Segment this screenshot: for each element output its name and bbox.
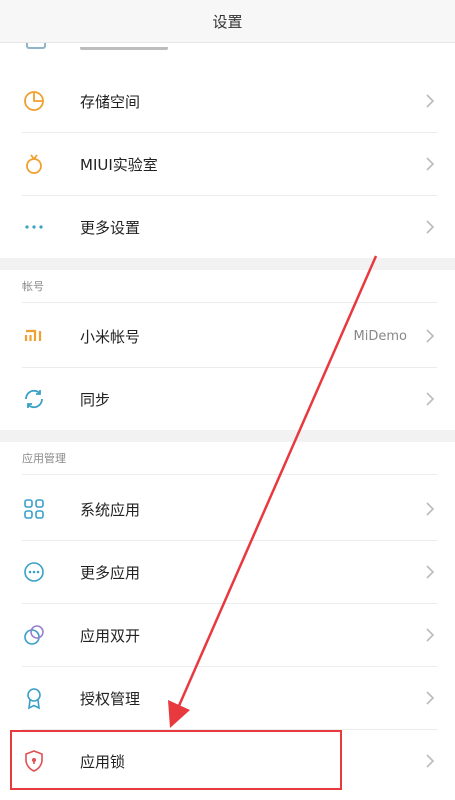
settings-item-label: 同步 — [80, 390, 111, 409]
settings-item-label: MIUI实验室 — [80, 155, 158, 174]
chevron-right-icon — [423, 391, 437, 407]
divider — [22, 474, 437, 475]
pie-chart-icon — [22, 89, 46, 113]
section-title: 应用管理 — [22, 452, 66, 465]
settings-item-miui-lab[interactable]: MIUI实验室 — [0, 133, 455, 195]
settings-item-label: 小米帐号 — [80, 327, 141, 346]
chevron-right-icon — [423, 328, 437, 344]
more-dots-icon — [22, 215, 46, 239]
chevron-right-icon — [423, 690, 437, 706]
chevron-right-icon — [423, 501, 437, 517]
settings-item-sync[interactable]: 同步 — [0, 368, 455, 430]
dual-circles-icon — [22, 623, 46, 647]
badge-icon — [22, 686, 46, 710]
settings-item-permissions[interactable]: 授权管理 — [0, 667, 455, 729]
divider — [22, 302, 437, 303]
section-header-account: 帐号 — [0, 270, 455, 302]
page-title: 设置 — [212, 12, 243, 31]
settings-item-label: 系统应用 — [80, 500, 141, 519]
settings-item-storage[interactable]: 存储空间 — [0, 70, 455, 132]
settings-item-label: 应用双开 — [80, 626, 141, 645]
section-separator — [0, 430, 455, 442]
account-name-value: MiDemo — [353, 328, 407, 344]
settings-item-more-apps[interactable]: 更多应用 — [0, 541, 455, 603]
section-title: 帐号 — [22, 280, 44, 293]
settings-item-label: 更多应用 — [80, 563, 141, 582]
more-circle-icon — [22, 560, 46, 584]
chevron-right-icon — [423, 627, 437, 643]
sync-icon — [22, 387, 46, 411]
flask-icon — [22, 152, 46, 176]
settings-item-system-apps[interactable]: 系统应用 — [0, 478, 455, 540]
chevron-right-icon — [423, 156, 437, 172]
grid-icon — [22, 497, 46, 521]
section-header-app-management: 应用管理 — [0, 442, 455, 474]
chevron-right-icon — [423, 93, 437, 109]
settings-item-label: 存储空间 — [80, 92, 141, 111]
mi-logo-icon — [22, 324, 46, 348]
settings-item-mi-account[interactable]: 小米帐号 MiDemo — [0, 305, 455, 367]
chevron-right-icon — [423, 564, 437, 580]
top-bar: 设置 — [0, 0, 455, 43]
chevron-right-icon — [423, 219, 437, 235]
highlight-box-annotation — [10, 730, 342, 790]
settings-item-label: 授权管理 — [80, 689, 141, 708]
cut-off-icon — [26, 43, 46, 49]
settings-item-dual-apps[interactable]: 应用双开 — [0, 604, 455, 666]
section-separator — [0, 258, 455, 270]
partially-visible-row[interactable] — [0, 43, 455, 55]
cut-off-label — [80, 43, 168, 50]
chevron-right-icon — [423, 753, 437, 769]
settings-item-more-settings[interactable]: 更多设置 — [0, 196, 455, 258]
settings-item-label: 更多设置 — [80, 218, 141, 237]
